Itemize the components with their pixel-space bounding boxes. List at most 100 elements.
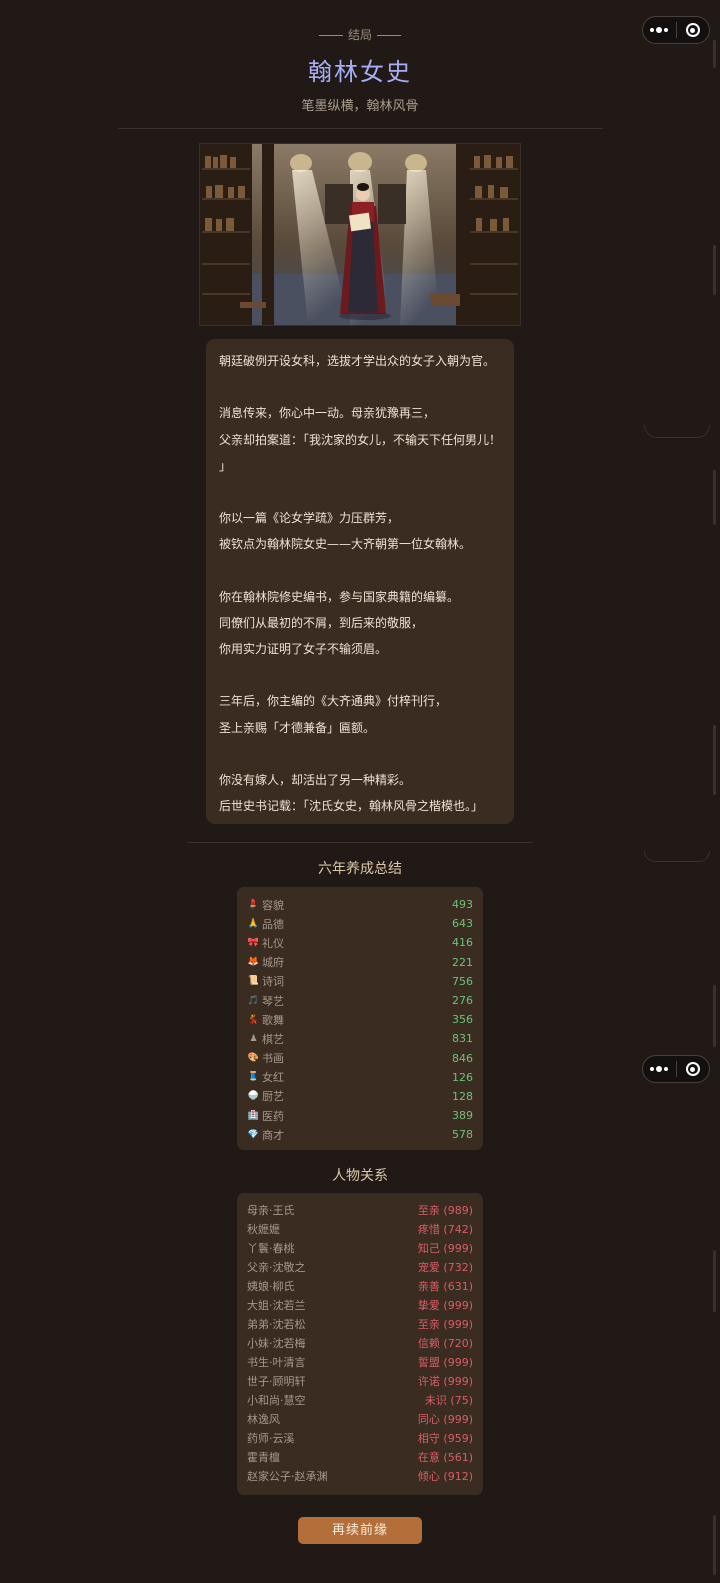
ending-title: 翰林女史 bbox=[308, 58, 412, 86]
relation-status: 至亲 (989) bbox=[417, 1203, 473, 1217]
relation-status: 宠爱 (732) bbox=[417, 1260, 473, 1274]
relation-name: 书生·叶清言 bbox=[247, 1355, 306, 1369]
gem-icon: 💎 bbox=[247, 1129, 260, 1140]
ending-label-text: 结局 bbox=[347, 28, 372, 42]
relation-status: 至亲 (999) bbox=[417, 1317, 473, 1331]
story-line: 你在翰林院修史编书，参与国家典籍的编纂。 bbox=[219, 589, 460, 604]
ending-subtitle: 笔墨纵横，翰林风骨 bbox=[301, 99, 419, 114]
relation-name: 赵家公子·赵承渊 bbox=[247, 1469, 328, 1483]
relation-status: 知己 (999) bbox=[417, 1241, 473, 1255]
stat-row: 🧵 女红 126 bbox=[247, 1068, 473, 1087]
relation-name: 父亲·沈敬之 bbox=[247, 1260, 306, 1274]
relation-name: 世子·顾明轩 bbox=[247, 1374, 306, 1388]
relation-name: 小和尚·慧空 bbox=[247, 1393, 306, 1407]
relation-row: 小妹·沈若梅 信赖 (720) bbox=[247, 1333, 473, 1352]
lipstick-icon: 💄 bbox=[247, 899, 260, 910]
relation-name: 小妹·沈若梅 bbox=[247, 1336, 306, 1350]
stat-value: 126 bbox=[452, 1070, 473, 1084]
ribbon-icon: 🎀 bbox=[247, 937, 260, 948]
stat-row: 📜 诗词 756 bbox=[247, 972, 473, 991]
stat-value: 578 bbox=[452, 1128, 473, 1142]
library-scene-image bbox=[200, 144, 520, 325]
stat-row: 🦊 城府 221 bbox=[247, 953, 473, 972]
stat-label: 歌舞 bbox=[262, 1013, 284, 1027]
relations-card: 母亲·王氏 至亲 (989) 秋嬷嬷 疼惜 (742) 丫鬟·春桃 知己 (999) … bbox=[237, 1193, 483, 1495]
music-note-icon: 🎵 bbox=[247, 995, 260, 1006]
story-line: 你用实力证明了女子不输须眉。 bbox=[219, 642, 388, 657]
thread-icon: 🧵 bbox=[247, 1072, 260, 1083]
relation-status: 挚爱 (999) bbox=[417, 1298, 473, 1312]
relation-row: 弟弟·沈若松 至亲 (999) bbox=[247, 1314, 473, 1333]
stat-row: 🙏 品德 643 bbox=[247, 914, 473, 933]
stat-row: 💃 歌舞 356 bbox=[247, 1010, 473, 1029]
relation-status: 相守 (959) bbox=[417, 1431, 473, 1445]
relation-status: 亲善 (631) bbox=[417, 1279, 473, 1293]
ending-illustration bbox=[199, 143, 521, 326]
stat-label: 礼仪 bbox=[262, 936, 284, 950]
relation-status: 信赖 (720) bbox=[417, 1336, 473, 1350]
stat-value: 356 bbox=[452, 1013, 473, 1027]
story-line: 同僚们从最初的不屑，到后来的敬服， bbox=[219, 615, 424, 630]
stat-value: 276 bbox=[452, 994, 473, 1008]
stats-title: 六年养成总结 bbox=[318, 861, 402, 877]
rice-bowl-icon: 🍚 bbox=[247, 1091, 260, 1102]
pray-icon: 🙏 bbox=[247, 918, 260, 929]
ending-story-card: 朝廷破例开设女科，选拔才学出众的女子入朝为官。 消息传来，你心中一动。母亲犹豫再… bbox=[206, 339, 514, 824]
relation-row: 赵家公子·赵承渊 倾心 (912) bbox=[247, 1466, 473, 1485]
stat-row: 🎵 琴艺 276 bbox=[247, 991, 473, 1010]
relation-row: 姨娘·柳氏 亲善 (631) bbox=[247, 1276, 473, 1295]
scroll-indicator bbox=[713, 1250, 716, 1312]
more-button[interactable] bbox=[643, 1056, 676, 1082]
close-button[interactable] bbox=[677, 1056, 710, 1082]
divider-dash bbox=[377, 35, 401, 36]
scroll-indicator bbox=[713, 470, 716, 525]
stat-row: 🏥 医药 389 bbox=[247, 1106, 473, 1125]
story-line bbox=[219, 558, 501, 584]
story-line: 你以一篇《论女学疏》力压群芳， bbox=[219, 511, 400, 526]
stat-row: 🎨 书画 846 bbox=[247, 1049, 473, 1068]
relations-title: 人物关系 bbox=[332, 1168, 388, 1184]
scroll-indicator bbox=[713, 985, 716, 1047]
stat-value: 128 bbox=[452, 1089, 473, 1103]
stat-label: 棋艺 bbox=[262, 1032, 284, 1046]
divider-dash bbox=[318, 35, 343, 36]
story-line: 父亲却拍案道：「我沈家的女儿，不输天下任何男儿！ bbox=[219, 432, 502, 447]
story-line: 朝廷破例开设女科，选拔才学出众的女子入朝为官。 bbox=[219, 354, 496, 368]
relation-name: 姨娘·柳氏 bbox=[247, 1279, 295, 1293]
stat-label: 书画 bbox=[262, 1052, 284, 1066]
story-line: 后世史书记载：「沈氏女史，翰林风骨之楷模也。」 bbox=[219, 799, 484, 814]
palette-icon: 🎨 bbox=[247, 1053, 260, 1064]
story-line: 被钦点为翰林院女史——大齐朝第一位女翰林。 bbox=[219, 537, 472, 552]
relation-status: 未识 (75) bbox=[424, 1393, 473, 1407]
fox-icon: 🦊 bbox=[247, 957, 260, 968]
scroll-icon: 📜 bbox=[247, 976, 260, 987]
relation-name: 霍青檀 bbox=[247, 1450, 280, 1464]
header-divider bbox=[118, 128, 603, 129]
relation-row: 大姐·沈若兰 挚爱 (999) bbox=[247, 1295, 473, 1314]
story-line: 」 bbox=[219, 458, 232, 473]
scroll-indicator bbox=[713, 245, 716, 295]
relation-status: 誓盟 (999) bbox=[417, 1355, 473, 1369]
capsule-menu-repeat[interactable] bbox=[642, 1055, 710, 1083]
relation-name: 药师·云溪 bbox=[247, 1431, 295, 1445]
dancer-icon: 💃 bbox=[247, 1014, 260, 1025]
stat-row: 💄 容貌 493 bbox=[247, 895, 473, 914]
relation-name: 林逸风 bbox=[247, 1412, 280, 1426]
stat-value: 846 bbox=[452, 1051, 473, 1065]
relation-row: 药师·云溪 相守 (959) bbox=[247, 1428, 473, 1447]
stat-label: 品德 bbox=[262, 917, 284, 931]
capsule-ghost bbox=[644, 425, 710, 438]
stat-label: 容貌 bbox=[262, 898, 284, 912]
scroll-indicator bbox=[713, 725, 716, 795]
continue-button[interactable]: 再续前缘 bbox=[298, 1517, 422, 1544]
stat-row: ♟ 棋艺 831 bbox=[247, 1029, 473, 1048]
story-line: 圣上亲赐「才德兼备」匾额。 bbox=[219, 720, 376, 735]
story-line: 三年后，你主编的《大齐通典》付梓刊行， bbox=[219, 694, 448, 709]
stat-value: 831 bbox=[452, 1032, 473, 1046]
stats-card: 💄 容貌 493 🙏 品德 643 🎀 礼仪 416 🦊 城府 221 📜 诗词 756 🎵 琴艺 27… bbox=[237, 887, 483, 1150]
relation-row: 林逸风 同心 (999) bbox=[247, 1409, 473, 1428]
relation-status: 同心 (999) bbox=[417, 1412, 473, 1426]
more-dots-icon bbox=[650, 1066, 669, 1072]
relation-row: 小和尚·慧空 未识 (75) bbox=[247, 1390, 473, 1409]
ending-label: 结局 bbox=[0, 26, 720, 43]
